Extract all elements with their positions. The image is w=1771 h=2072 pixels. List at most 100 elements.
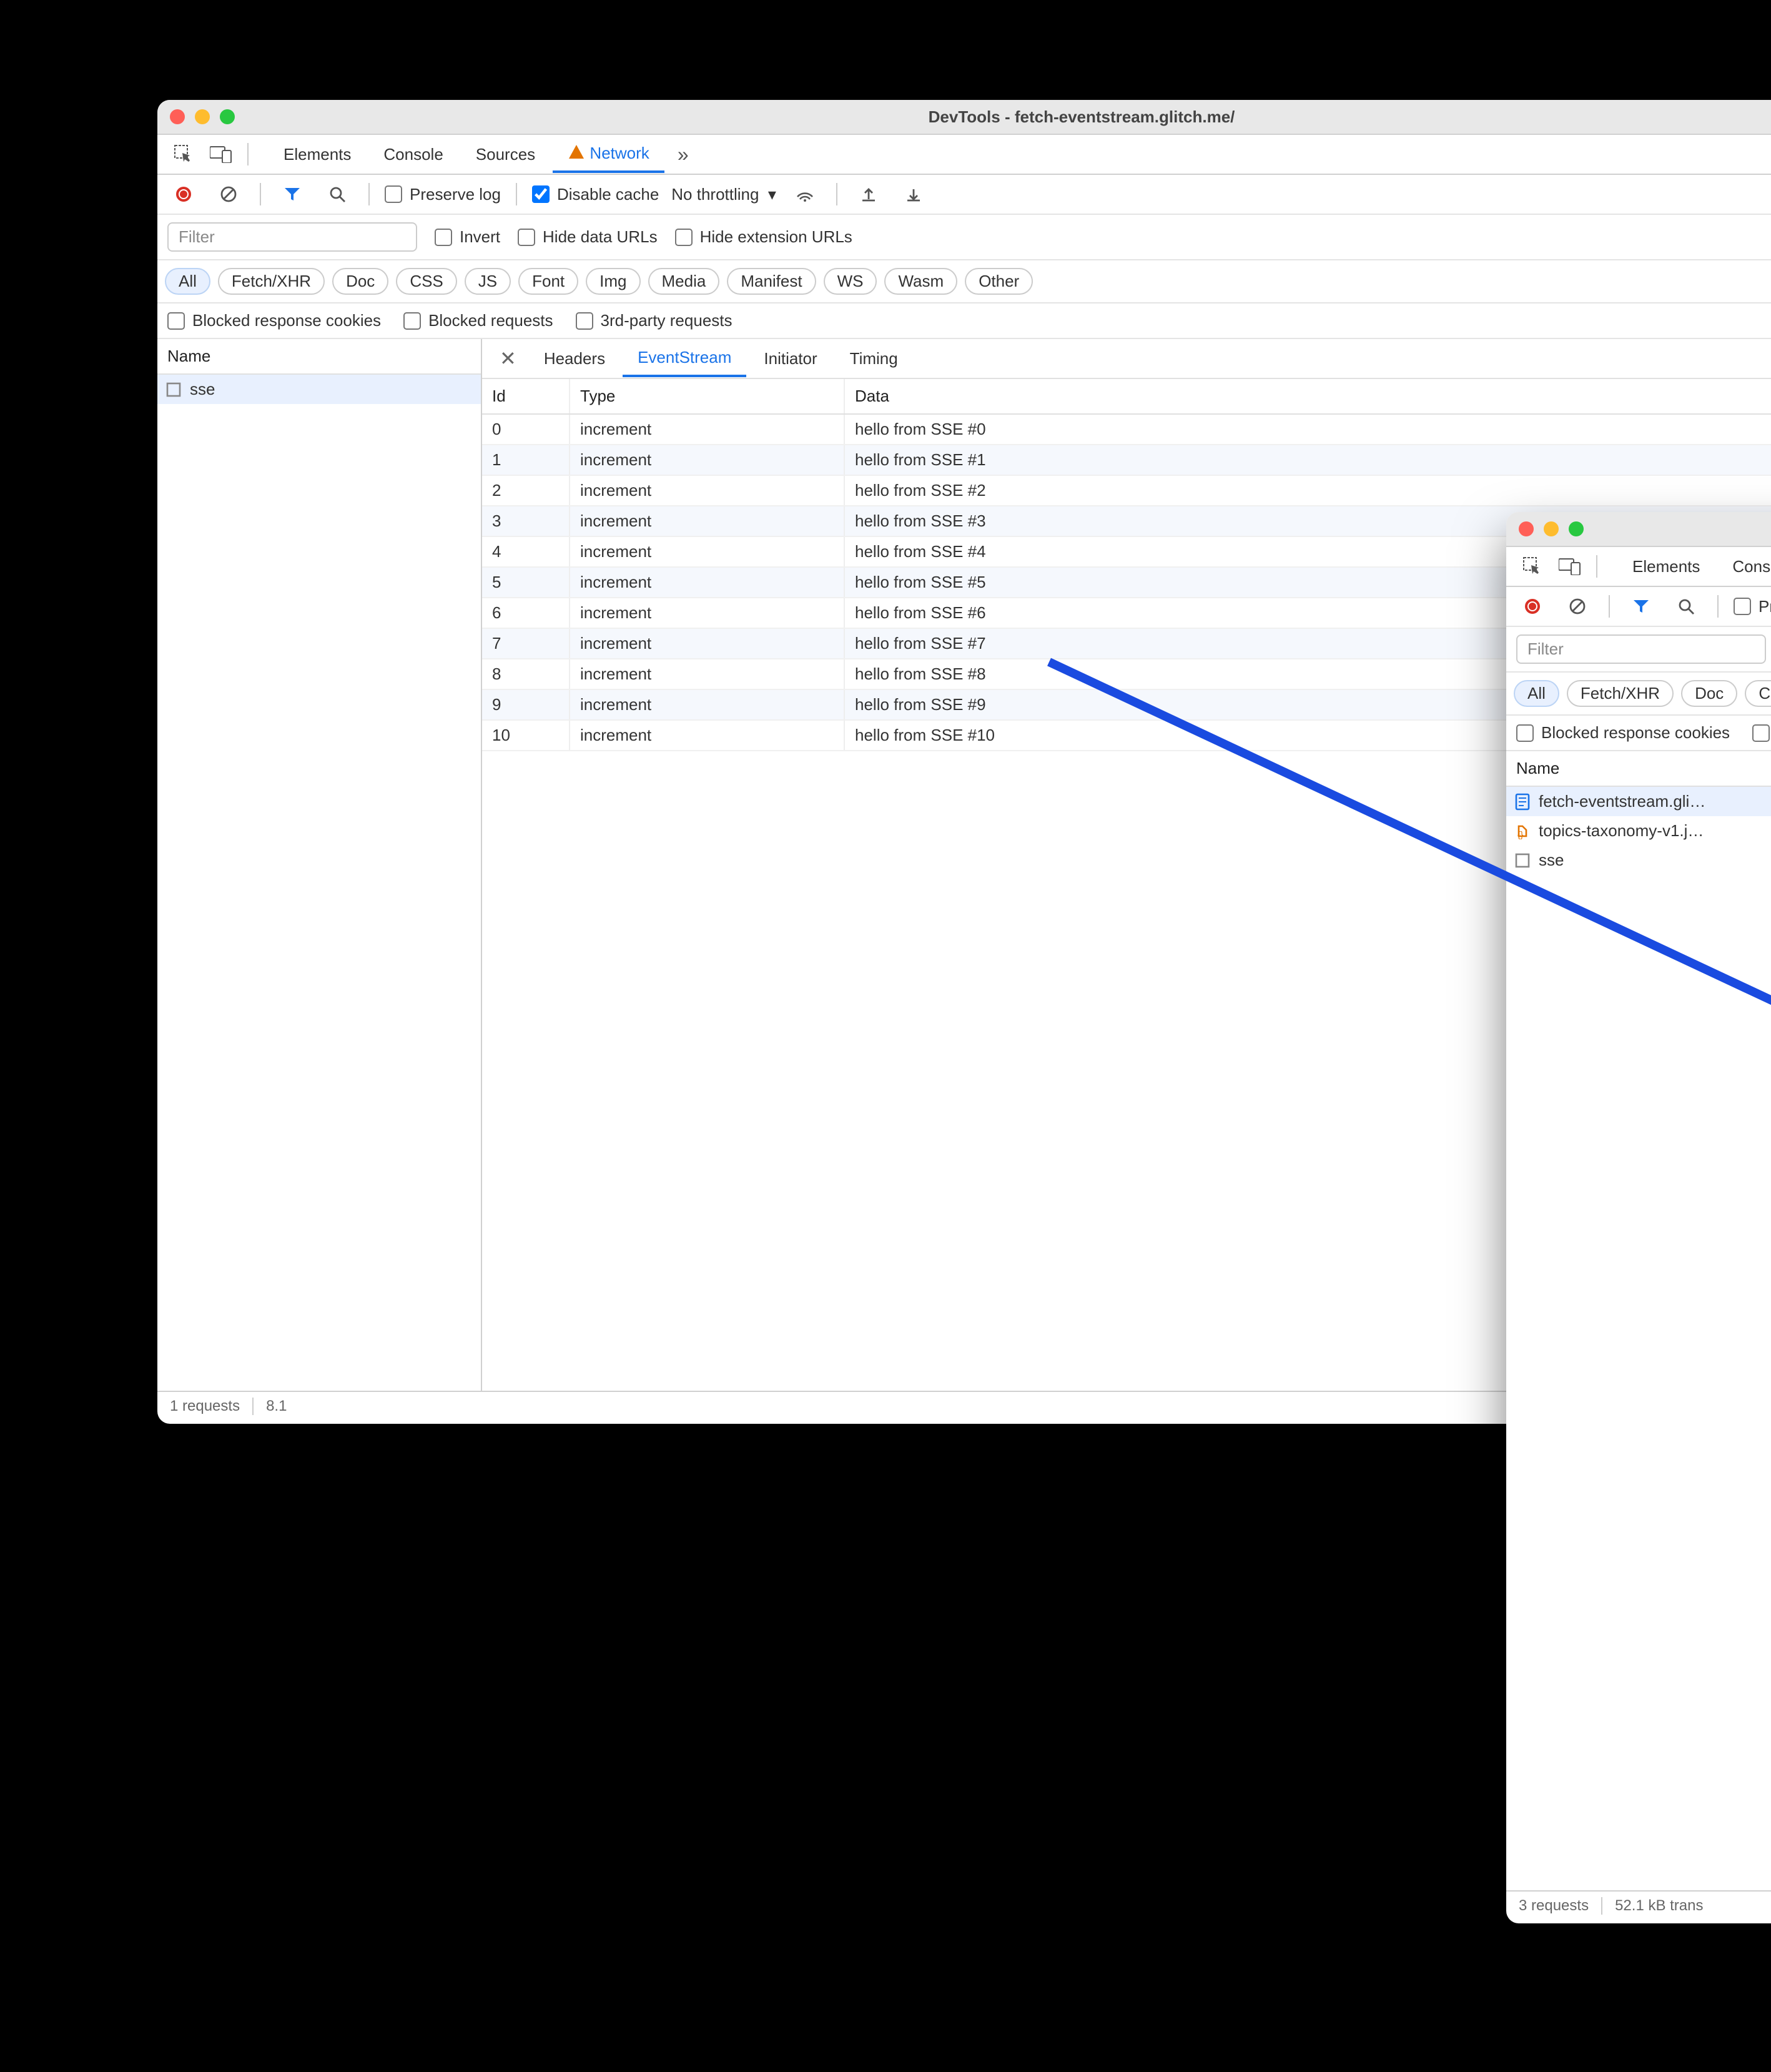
filter-input[interactable]: Filter bbox=[167, 222, 417, 252]
col-data[interactable]: Data bbox=[844, 379, 1771, 414]
tab-sources[interactable]: Sources bbox=[461, 137, 550, 172]
filter-row: Filter Invert Hide data URLs Hide extens… bbox=[157, 215, 1771, 260]
detail-tab-initiator[interactable]: Initiator bbox=[749, 342, 832, 376]
clear-icon[interactable] bbox=[212, 179, 245, 209]
type-chip-other[interactable]: Other bbox=[965, 268, 1033, 295]
type-chip-font[interactable]: Font bbox=[518, 268, 578, 295]
detail-tab-headers[interactable]: Headers bbox=[529, 342, 620, 376]
file-icon: {} bbox=[1514, 822, 1531, 840]
search-icon[interactable] bbox=[1670, 591, 1702, 621]
tab-console[interactable]: Console bbox=[1717, 550, 1771, 584]
hide-data-urls-checkbox[interactable]: Hide data URLs bbox=[518, 227, 658, 247]
type-filter-chips: AllFetch/XHRDocCSSJSFontImgMediaManifest… bbox=[1506, 673, 1771, 716]
download-har-icon[interactable] bbox=[897, 179, 930, 209]
transfer-size: 52.1 kB trans bbox=[1615, 1897, 1703, 1915]
file-icon bbox=[1514, 852, 1531, 869]
more-tabs-icon[interactable]: » bbox=[667, 139, 699, 169]
record-button[interactable] bbox=[167, 179, 200, 209]
panel-tabs: Elements Console Sources Network » bbox=[269, 136, 1771, 173]
detail-tabs: ✕ Headers EventStream Initiator Timing bbox=[482, 339, 1771, 379]
request-item[interactable]: sse bbox=[157, 375, 481, 404]
request-item[interactable]: fetch-eventstream.gli… bbox=[1506, 787, 1771, 816]
request-name: topics-taxonomy-v1.j… bbox=[1539, 821, 1704, 841]
request-name: sse bbox=[1539, 851, 1564, 870]
detail-tab-timing[interactable]: Timing bbox=[835, 342, 913, 376]
window-title: DevTools - fetch-eventstream.glitch.me/ bbox=[1506, 520, 1771, 539]
filter-input[interactable]: Filter bbox=[1516, 634, 1766, 664]
type-chip-all[interactable]: All bbox=[165, 268, 210, 295]
panel-tabs: Elements Console Sources Network » bbox=[1617, 548, 1771, 585]
type-chip-img[interactable]: Img bbox=[586, 268, 640, 295]
record-button[interactable] bbox=[1516, 591, 1549, 621]
titlebar[interactable]: DevTools - fetch-eventstream.glitch.me/ bbox=[1506, 512, 1771, 547]
col-type[interactable]: Type bbox=[570, 379, 844, 414]
hide-extension-urls-checkbox[interactable]: Hide extension URLs bbox=[675, 227, 852, 247]
blocked-requests-checkbox[interactable]: Blocked requests bbox=[1752, 723, 1771, 742]
device-toggle-icon[interactable] bbox=[205, 139, 237, 169]
filter-funnel-icon[interactable] bbox=[276, 179, 308, 209]
inspect-icon[interactable] bbox=[167, 139, 200, 169]
event-row[interactable]: 1incrementhello from SSE #116:4 bbox=[482, 445, 1771, 475]
tab-elements[interactable]: Elements bbox=[269, 137, 366, 172]
upload-har-icon[interactable] bbox=[852, 179, 885, 209]
type-chip-js[interactable]: JS bbox=[465, 268, 511, 295]
titlebar[interactable]: DevTools - fetch-eventstream.glitch.me/ bbox=[157, 100, 1771, 135]
filter-row: Filter Invert Hide data URLs Hide extens… bbox=[1506, 627, 1771, 673]
file-icon bbox=[1514, 793, 1531, 811]
third-party-checkbox[interactable]: 3rd-party requests bbox=[576, 311, 733, 330]
type-chip-ws[interactable]: WS bbox=[824, 268, 877, 295]
request-item[interactable]: {} topics-taxonomy-v1.j… bbox=[1506, 816, 1771, 846]
col-id[interactable]: Id bbox=[482, 379, 570, 414]
device-toggle-icon[interactable] bbox=[1554, 551, 1586, 581]
request-item[interactable]: sse bbox=[1506, 846, 1771, 875]
panel-toolbar: Elements Console Sources Network » ✕1 i1… bbox=[157, 135, 1771, 175]
request-count: 3 requests bbox=[1519, 1897, 1589, 1915]
type-filter-chips: All Fetch/XHR Doc CSS JS Font Img Media Manifest… bbox=[157, 260, 1771, 303]
type-chip-css[interactable]: CSS bbox=[1745, 680, 1771, 707]
request-name: sse bbox=[190, 380, 215, 399]
type-chip-css[interactable]: CSS bbox=[396, 268, 456, 295]
preserve-log-checkbox[interactable]: Preserve log bbox=[1734, 597, 1771, 616]
tab-network[interactable]: Network bbox=[553, 136, 664, 173]
blocked-row: Blocked response cookies Blocked request… bbox=[157, 303, 1771, 339]
type-chip-fetch-xhr[interactable]: Fetch/XHR bbox=[218, 268, 325, 295]
transfer-size: 8.1 bbox=[266, 1398, 287, 1415]
tab-elements[interactable]: Elements bbox=[1617, 550, 1715, 584]
svg-text:{}: {} bbox=[1517, 829, 1524, 839]
search-icon[interactable] bbox=[321, 179, 353, 209]
network-toolbar: Preserve log Disable cache No throttling… bbox=[157, 175, 1771, 215]
type-chip-manifest[interactable]: Manifest bbox=[727, 268, 816, 295]
preserve-log-checkbox[interactable]: Preserve log bbox=[385, 185, 501, 204]
name-column-header[interactable]: Name bbox=[157, 339, 481, 375]
blocked-cookies-checkbox[interactable]: Blocked response cookies bbox=[167, 311, 381, 330]
name-column-header[interactable]: Name bbox=[1506, 751, 1771, 787]
requests-list[interactable]: Name fetch-eventstream.gli… {} topics-taxo… bbox=[1506, 751, 1771, 1890]
network-conditions-icon[interactable] bbox=[789, 179, 821, 209]
type-chip-wasm[interactable]: Wasm bbox=[884, 268, 957, 295]
file-icon bbox=[165, 381, 182, 398]
type-chip-doc[interactable]: Doc bbox=[332, 268, 388, 295]
status-bar: 3 requests 52.1 kB trans bbox=[1506, 1890, 1771, 1920]
devtools-window-b: DevTools - fetch-eventstream.glitch.me/ … bbox=[1506, 512, 1771, 1923]
type-chip-fetch-xhr[interactable]: Fetch/XHR bbox=[1567, 680, 1674, 707]
panel-toolbar: Elements Console Sources Network » ✕2 i1… bbox=[1506, 547, 1771, 587]
tab-console[interactable]: Console bbox=[368, 137, 458, 172]
type-chip-all[interactable]: All bbox=[1514, 680, 1559, 707]
blocked-requests-checkbox[interactable]: Blocked requests bbox=[403, 311, 553, 330]
requests-list[interactable]: Name sse bbox=[157, 339, 482, 1391]
filter-funnel-icon[interactable] bbox=[1625, 591, 1657, 621]
disable-cache-checkbox[interactable]: Disable cache bbox=[532, 185, 659, 204]
type-chip-media[interactable]: Media bbox=[648, 268, 720, 295]
detail-tab-eventstream[interactable]: EventStream bbox=[623, 340, 746, 377]
inspect-icon[interactable] bbox=[1516, 551, 1549, 581]
clear-icon[interactable] bbox=[1561, 591, 1594, 621]
throttling-select[interactable]: No throttling ▾ bbox=[671, 185, 776, 204]
invert-checkbox[interactable]: Invert bbox=[435, 227, 500, 247]
close-details-icon[interactable]: ✕ bbox=[490, 347, 526, 370]
request-count: 1 requests bbox=[170, 1398, 240, 1415]
event-row[interactable]: 2incrementhello from SSE #216:4 bbox=[482, 475, 1771, 506]
type-chip-doc[interactable]: Doc bbox=[1681, 680, 1737, 707]
request-name: fetch-eventstream.gli… bbox=[1539, 792, 1705, 811]
event-row[interactable]: 0incrementhello from SSE #016:4 bbox=[482, 414, 1771, 445]
blocked-cookies-checkbox[interactable]: Blocked response cookies bbox=[1516, 723, 1730, 742]
